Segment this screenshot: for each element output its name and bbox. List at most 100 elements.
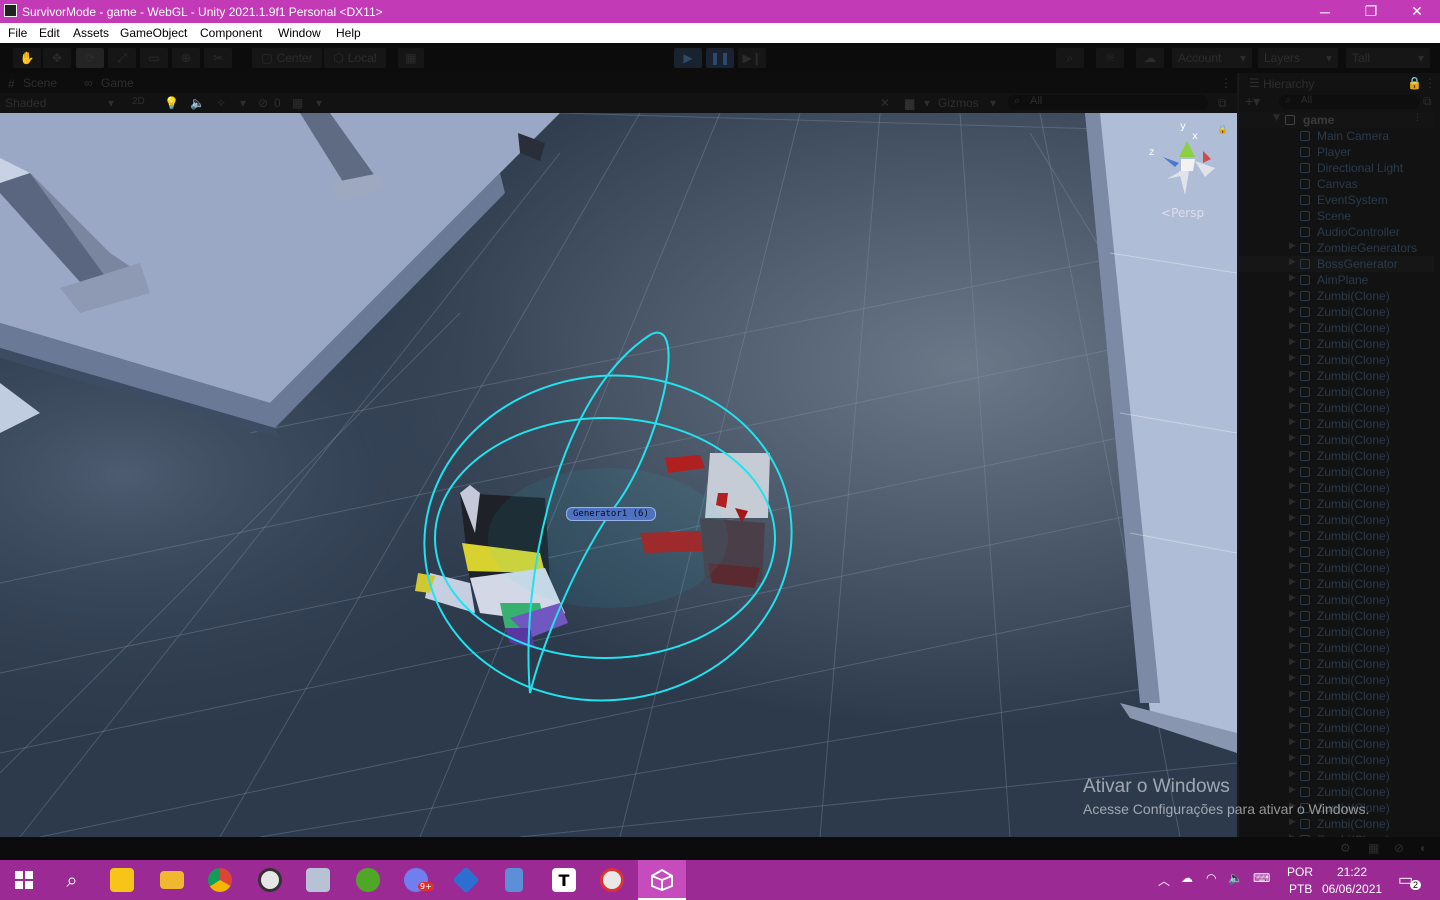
hierarchy-item[interactable]: ▶ Zumbi(Clone) — [1239, 624, 1434, 640]
cloud-icon[interactable]: ☁ — [1136, 48, 1164, 68]
expand-arrow-icon[interactable]: ▶ — [1289, 817, 1296, 827]
scale-tool-icon[interactable]: ⤢ — [108, 48, 136, 68]
tab-menu-icon[interactable]: ⋮ — [1220, 76, 1232, 90]
expand-arrow-icon[interactable]: ▶ — [1289, 657, 1296, 667]
search-icon[interactable]: ⌕ — [48, 860, 96, 900]
lighting-icon[interactable]: 💡 — [164, 96, 179, 110]
effects-icon[interactable]: ✧ — [216, 96, 226, 110]
lock-icon[interactable]: 🔒 — [1407, 76, 1422, 90]
hierarchy-item[interactable]: ▶ Zumbi(Clone) — [1239, 640, 1434, 656]
hierarchy-item[interactable]: ▶ Zumbi(Clone) — [1239, 480, 1434, 496]
scene-viewport[interactable]: Generator1 (6) y x z 🔒 <Persp — [0, 113, 1237, 837]
expand-arrow-icon[interactable]: ▶ — [1289, 641, 1296, 651]
hierarchy-item[interactable]: Canvas — [1239, 176, 1434, 192]
shading-mode-dropdown[interactable]: Shaded — [5, 96, 46, 110]
hierarchy-item[interactable]: ▶ Zumbi(Clone) — [1239, 528, 1434, 544]
close-button[interactable]: ✕ — [1394, 0, 1440, 23]
grid-snap-icon[interactable]: ▦ — [398, 48, 424, 68]
menu-edit[interactable]: Edit — [39, 26, 60, 40]
tab-game[interactable]: Game — [101, 76, 134, 90]
row-menu-icon[interactable]: ⋮ — [1413, 113, 1422, 123]
expand-arrow-icon[interactable]: ▶ — [1289, 721, 1296, 731]
expand-arrow-icon[interactable]: ▶ — [1289, 785, 1296, 795]
hierarchy-item[interactable]: Player — [1239, 144, 1434, 160]
orientation-gizmo[interactable]: y x z 🔒 <Persp — [1145, 121, 1228, 233]
menu-assets[interactable]: Assets — [73, 26, 109, 40]
hierarchy-item[interactable]: ▶ Zumbi(Clone) — [1239, 288, 1434, 304]
minimize-button[interactable]: ─ — [1302, 0, 1348, 23]
unity-icon[interactable] — [638, 860, 686, 900]
hierarchy-search-input[interactable]: ⌕ All — [1279, 95, 1419, 109]
step-button[interactable]: ▶❙ — [738, 48, 766, 68]
grid-toggle-icon[interactable]: ▦ — [292, 96, 303, 110]
expand-arrow-icon[interactable]: ▶ — [1289, 369, 1296, 379]
collab-icon[interactable]: ☼ — [1096, 48, 1124, 68]
expand-arrow-icon[interactable]: ▶ — [1289, 433, 1296, 443]
expand-arrow-icon[interactable]: ▶ — [1289, 385, 1296, 395]
expand-arrow-icon[interactable]: ▶ — [1289, 305, 1296, 315]
hidden-objects-icon[interactable]: ⊘ — [258, 96, 268, 110]
expand-arrow-icon[interactable]: ▶ — [1289, 593, 1296, 603]
hierarchy-item[interactable]: ▶ ZombieGenerators — [1239, 240, 1434, 256]
calculator-icon[interactable] — [490, 860, 538, 900]
hierarchy-item[interactable]: ▶ Zumbi(Clone) — [1239, 560, 1434, 576]
no-icon[interactable]: ⊘ — [1394, 841, 1404, 855]
expand-arrow-icon[interactable]: ▶ — [1289, 689, 1296, 699]
hierarchy-item[interactable]: ▶ Zumbi(Clone) — [1239, 352, 1434, 368]
hierarchy-title[interactable]: Hierarchy — [1263, 77, 1314, 91]
file-explorer-icon[interactable] — [148, 860, 196, 900]
collab-status-icon[interactable]: ◐ — [1420, 841, 1427, 855]
hierarchy-item[interactable]: AudioController — [1239, 224, 1434, 240]
tab-scene[interactable]: Scene — [23, 76, 57, 90]
volume-icon[interactable]: 🔈 — [1228, 871, 1243, 885]
tools-icon[interactable]: ✕ — [880, 96, 890, 110]
expand-arrow-icon[interactable]: ▶ — [1289, 673, 1296, 683]
hierarchy-item[interactable]: ▶ Zumbi(Clone) — [1239, 592, 1434, 608]
expand-arrow-icon[interactable]: ▶ — [1289, 753, 1296, 763]
rect-tool-icon[interactable]: ▭ — [140, 48, 168, 68]
hierarchy-item[interactable]: ▶ Zumbi(Clone) — [1239, 336, 1434, 352]
hierarchy-item[interactable]: ▶ Zumbi(Clone) — [1239, 512, 1434, 528]
menu-window[interactable]: Window — [278, 26, 321, 40]
chrome-icon[interactable] — [196, 860, 244, 900]
expand-arrow-icon[interactable]: ▶ — [1289, 513, 1296, 523]
hierarchy-item[interactable]: Directional Light — [1239, 160, 1434, 176]
utorrent-icon[interactable] — [344, 860, 392, 900]
hierarchy-item[interactable]: ▶ Zumbi(Clone) — [1239, 432, 1434, 448]
expand-arrow-icon[interactable]: ▶ — [1289, 561, 1296, 571]
hierarchy-item[interactable]: ▶ Zumbi(Clone) — [1239, 304, 1434, 320]
wifi-icon[interactable]: ◠ — [1206, 871, 1216, 885]
photos-icon[interactable] — [294, 860, 342, 900]
play-button[interactable]: ▶ — [674, 48, 702, 68]
typora-icon[interactable]: T — [540, 860, 588, 900]
chevron-up-icon[interactable]: ︿ — [1158, 872, 1170, 889]
start-icon[interactable] — [0, 860, 48, 900]
keyboard-icon[interactable]: ⌨ — [1253, 871, 1270, 885]
gizmo-lock-icon[interactable]: 🔒 — [1217, 125, 1228, 135]
expand-arrow-icon[interactable]: ▶ — [1289, 465, 1296, 475]
axis-gizmo-icon[interactable] — [1145, 123, 1225, 213]
hierarchy-item[interactable]: ▶ Zumbi(Clone) — [1239, 608, 1434, 624]
paint-icon[interactable] — [588, 860, 636, 900]
hierarchy-item[interactable]: EventSystem — [1239, 192, 1434, 208]
hierarchy-item[interactable]: ▶ Zumbi(Clone) — [1239, 656, 1434, 672]
sourcetree-icon[interactable] — [442, 860, 490, 900]
expand-arrow-icon[interactable]: ▶ — [1289, 481, 1296, 491]
expand-arrow-icon[interactable]: ▶ — [1289, 497, 1296, 507]
scene-render[interactable] — [0, 113, 1237, 837]
hierarchy-item[interactable]: ▶ Zumbi(Clone) — [1239, 784, 1434, 800]
hierarchy-item[interactable]: ▶ Zumbi(Clone) — [1239, 496, 1434, 512]
hierarchy-item[interactable]: ▶ Zumbi(Clone) — [1239, 576, 1434, 592]
hierarchy-root-row[interactable]: ▼ game ⋮ — [1239, 112, 1434, 128]
hierarchy-item[interactable]: ▶ Zumbi(Clone) — [1239, 464, 1434, 480]
sticky-notes-icon[interactable] — [98, 860, 146, 900]
expand-arrow-icon[interactable]: ▶ — [1289, 273, 1296, 283]
layers-dropdown[interactable]: Layers ▾ — [1258, 48, 1338, 68]
expand-arrow-icon[interactable]: ▶ — [1289, 529, 1296, 539]
menu-component[interactable]: Component — [200, 26, 262, 40]
gizmos-dropdown[interactable]: Gizmos — [938, 96, 979, 110]
hierarchy-filter-icon[interactable]: ⧉ — [1423, 94, 1432, 109]
expand-arrow-icon[interactable]: ▶ — [1289, 769, 1296, 779]
hierarchy-item[interactable]: ▶ Zumbi(Clone) — [1239, 672, 1434, 688]
layout-dropdown[interactable]: Tall ▾ — [1346, 48, 1430, 68]
